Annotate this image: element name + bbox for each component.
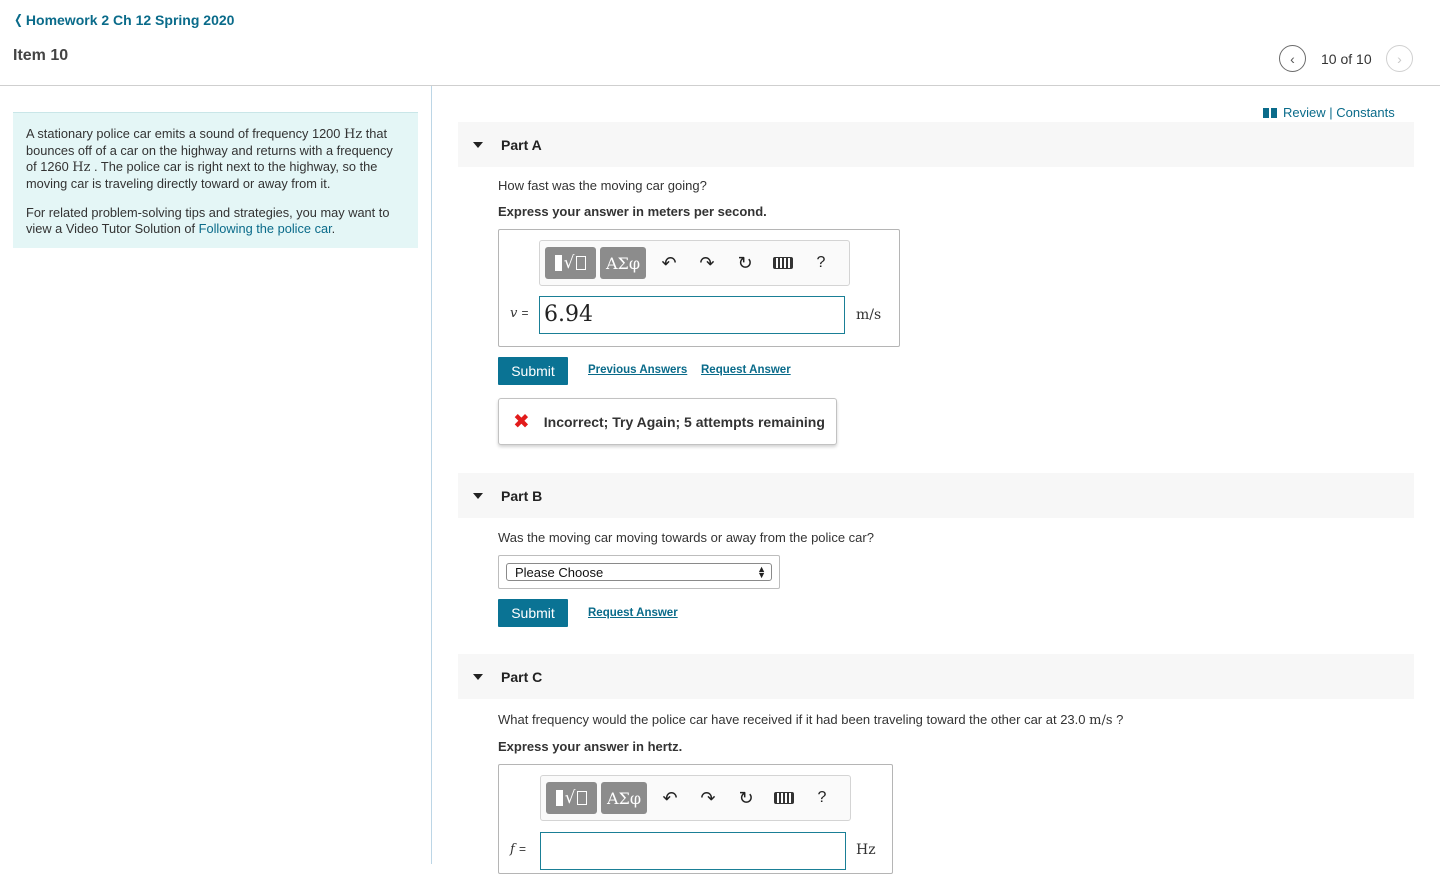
part-b-answer-box: Please Choose ▲ ▼	[498, 555, 780, 589]
part-a-answer-box: √ ΑΣφ ↶ ↷ ↻ ? v = 6.94 m/s	[498, 229, 900, 347]
greek-symbols-button[interactable]: ΑΣφ	[601, 782, 647, 814]
math-toolbar: √ ΑΣφ ↶ ↷ ↻ ?	[539, 240, 850, 286]
incorrect-x-icon: ✖	[513, 410, 530, 433]
chevron-left-icon: ❮	[14, 12, 23, 27]
caret-down-icon	[473, 492, 483, 499]
templates-button[interactable]: √	[546, 782, 597, 814]
part-b-question: Was the moving car moving towards or awa…	[498, 530, 874, 545]
caret-down-icon	[473, 141, 483, 148]
previous-item-button[interactable]: ‹	[1279, 45, 1306, 72]
assignment-title: Homework 2 Ch 12 Spring 2020	[25, 12, 235, 28]
help-icon[interactable]: ?	[803, 782, 841, 814]
part-a-answer-input[interactable]: 6.94	[539, 296, 845, 334]
unit-label: Hz	[856, 842, 876, 858]
part-c-answer-input[interactable]	[540, 832, 846, 870]
part-a-instruction: Express your answer in meters per second…	[498, 204, 767, 219]
reset-icon[interactable]: ↻	[727, 782, 765, 814]
back-to-assignment-link[interactable]: ❮ Homework 2 Ch 12 Spring 2020	[13, 12, 234, 28]
next-item-button[interactable]: ›	[1386, 45, 1413, 72]
undo-icon[interactable]: ↶	[651, 782, 689, 814]
variable-label: f =	[510, 842, 526, 857]
problem-statement: A stationary police car emits a sound of…	[13, 112, 418, 248]
keyboard-icon[interactable]	[765, 782, 803, 814]
help-icon[interactable]: ?	[802, 247, 840, 279]
part-a-request-answer-link[interactable]: Request Answer	[701, 364, 791, 376]
reset-icon[interactable]: ↻	[726, 247, 764, 279]
direction-select[interactable]: Please Choose ▲ ▼	[506, 563, 772, 581]
part-b-request-answer-link[interactable]: Request Answer	[588, 607, 678, 619]
part-a-question: How fast was the moving car going?	[498, 178, 707, 193]
part-b-submit-button[interactable]: Submit	[498, 599, 568, 627]
previous-answers-link[interactable]: Previous Answers	[588, 364, 687, 376]
feedback-message: ✖ Incorrect; Try Again; 5 attempts remai…	[498, 398, 837, 445]
part-a-submit-button[interactable]: Submit	[498, 357, 568, 385]
part-a-header[interactable]: Part A	[458, 122, 1414, 167]
part-c-answer-box: √ ΑΣφ ↶ ↷ ↻ ? f = Hz	[498, 764, 893, 874]
review-constants-link[interactable]: Review | Constants	[1263, 105, 1395, 120]
book-icon	[1263, 107, 1277, 118]
keyboard-icon[interactable]	[764, 247, 802, 279]
part-c-instruction: Express your answer in hertz.	[498, 739, 683, 754]
column-divider	[431, 86, 432, 864]
item-title: Item 10	[13, 47, 69, 64]
tutor-tip: For related problem-solving tips and str…	[26, 205, 390, 236]
redo-icon[interactable]: ↷	[689, 782, 727, 814]
math-toolbar: √ ΑΣφ ↶ ↷ ↻ ?	[540, 775, 851, 821]
caret-down-icon	[473, 673, 483, 680]
item-position: 10 of 10	[1321, 51, 1372, 67]
template-icon	[555, 790, 563, 806]
part-c-question: What frequency would the police car have…	[498, 712, 1124, 728]
template-icon	[554, 255, 562, 271]
radical-icon: √	[564, 788, 576, 808]
header-divider	[0, 85, 1440, 86]
select-arrows-icon: ▲ ▼	[757, 564, 766, 580]
templates-button[interactable]: √	[545, 247, 596, 279]
undo-icon[interactable]: ↶	[650, 247, 688, 279]
problem-text: A stationary police car emits a sound of…	[26, 126, 393, 191]
greek-symbols-button[interactable]: ΑΣφ	[600, 247, 646, 279]
radical-icon: √	[563, 253, 575, 273]
part-b-header[interactable]: Part B	[458, 473, 1414, 518]
redo-icon[interactable]: ↷	[688, 247, 726, 279]
chevron-left-icon: ‹	[1290, 50, 1295, 67]
part-c-header[interactable]: Part C	[458, 654, 1414, 699]
variable-label: v =	[510, 306, 529, 321]
video-tutor-link[interactable]: Following the police car	[199, 221, 332, 236]
chevron-right-icon: ›	[1397, 50, 1402, 67]
unit-label: m/s	[856, 307, 882, 323]
